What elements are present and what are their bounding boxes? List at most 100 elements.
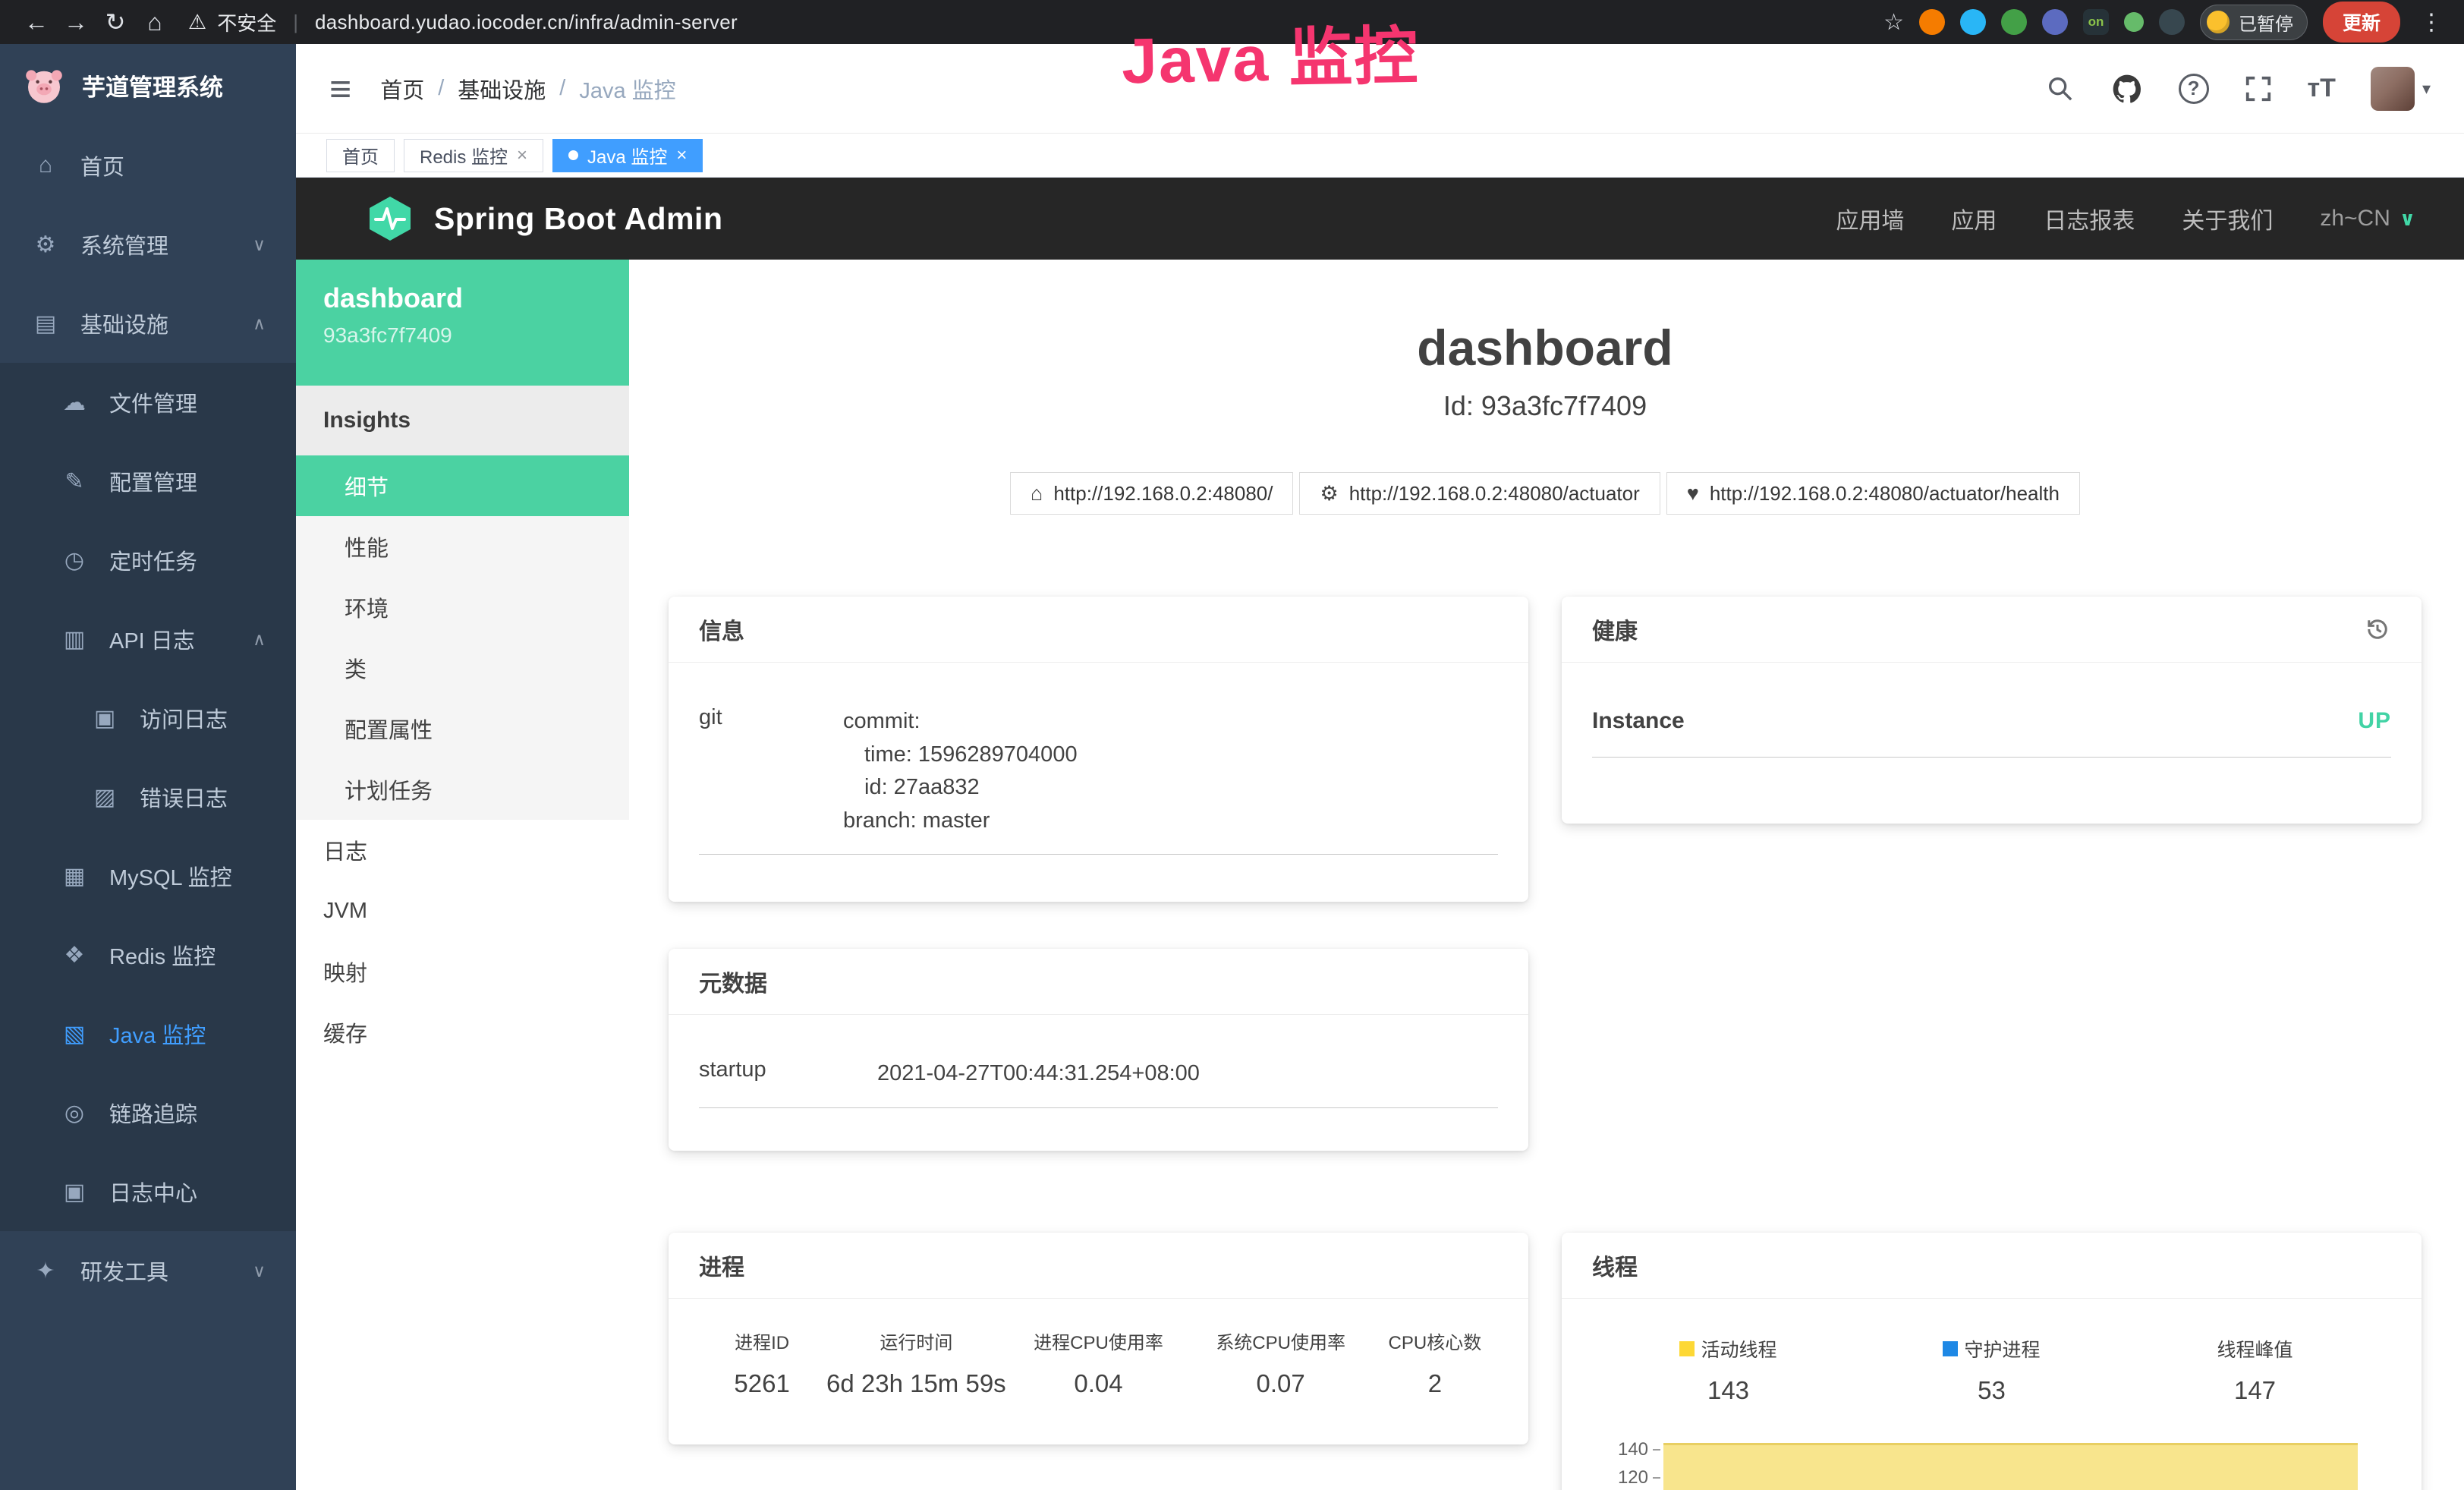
security-warning-icon: ⚠	[188, 11, 206, 34]
help-icon[interactable]: ?	[2179, 74, 2209, 104]
close-icon[interactable]: ×	[676, 145, 687, 166]
tab-java-monitor[interactable]: Java 监控 ×	[552, 139, 703, 172]
instance-links: ⌂ http://192.168.0.2:48080/ ⚙ http://192…	[669, 472, 2422, 515]
browser-forward-icon[interactable]: →	[56, 2, 96, 42]
sidebar-item-mysql-monitor[interactable]: ▦ MySQL 监控	[0, 836, 296, 915]
sidebar-item-file-management[interactable]: ☁ 文件管理	[0, 363, 296, 442]
browser-extension-icon[interactable]	[2001, 9, 2027, 35]
health-url-label: http://192.168.0.2:48080/actuator/health	[1710, 482, 2060, 506]
legend-swatch-yellow	[1679, 1341, 1695, 1356]
browser-extension-icon[interactable]	[1960, 9, 1986, 35]
sidebar-item-error-logs[interactable]: ▨ 错误日志	[0, 758, 296, 836]
fullscreen-icon[interactable]	[2244, 74, 2273, 103]
hamburger-icon[interactable]: ≡	[329, 67, 351, 111]
process-col-pid: 进程ID 5261	[699, 1328, 825, 1398]
y-tick-label: 140	[1618, 1439, 1648, 1460]
close-icon[interactable]: ×	[517, 145, 527, 166]
browser-extension-icon[interactable]	[2159, 9, 2185, 35]
breadcrumb-section[interactable]: 基础设施	[458, 73, 546, 105]
sidebar-item-infrastructure[interactable]: ▤ 基础设施 ∧	[0, 284, 296, 363]
browser-back-icon[interactable]: ←	[17, 2, 56, 42]
sidebar-item-system-management[interactable]: ⚙ 系统管理 ∨	[0, 205, 296, 284]
browser-home-icon[interactable]: ⌂	[135, 2, 175, 42]
actuator-url-button[interactable]: ⚙ http://192.168.0.2:48080/actuator	[1299, 472, 1660, 515]
address-bar[interactable]: ⚠ 不安全 | dashboard.yudao.iocoder.cn/infra…	[188, 8, 738, 36]
sidebar-item-config-management[interactable]: ✎ 配置管理	[0, 442, 296, 521]
sidebar-item-home[interactable]: ⌂ 首页	[0, 126, 296, 205]
sba-group-mappings[interactable]: 映射	[296, 941, 629, 1002]
locale-label: zh~CN	[2320, 206, 2390, 232]
sba-tab-metrics[interactable]: 性能	[296, 516, 629, 577]
column-header: CPU核心数	[1372, 1328, 1498, 1354]
cards-grid: 信息 git commit: time: 1596289704000 id: 2…	[669, 597, 2422, 1490]
sba-tab-environment[interactable]: 环境	[296, 577, 629, 638]
metadata-key: startup	[699, 1057, 877, 1091]
tab-home[interactable]: 首页	[326, 139, 395, 172]
sidebar-item-java-monitor[interactable]: ▧ Java 监控	[0, 994, 296, 1073]
browser-reload-icon[interactable]: ↻	[96, 2, 135, 42]
chart-plot-area	[1663, 1432, 2387, 1490]
breadcrumb-separator: /	[559, 76, 565, 101]
service-url-button[interactable]: ⌂ http://192.168.0.2:48080/	[1010, 472, 1293, 515]
sidebar-item-label: API 日志	[109, 623, 195, 655]
sidebar-item-redis-monitor[interactable]: ❖ Redis 监控	[0, 915, 296, 994]
sba-nav-about[interactable]: 关于我们	[2182, 202, 2273, 235]
bookmark-star-icon[interactable]: ☆	[1883, 9, 1904, 36]
browser-extension-icon[interactable]	[1919, 9, 1945, 35]
github-icon[interactable]	[2110, 72, 2144, 106]
tags-view-bar: 首页 Redis 监控 × Java 监控 ×	[296, 134, 2464, 178]
home-icon: ⌂	[1031, 482, 1043, 506]
info-value: commit: time: 1596289704000 id: 27aa832 …	[843, 705, 1498, 837]
sba-tab-classes[interactable]: 类	[296, 638, 629, 698]
sba-group-jvm[interactable]: JVM	[296, 880, 629, 941]
browser-extension-icon[interactable]	[2124, 12, 2144, 32]
infrastructure-icon: ▤	[30, 310, 61, 337]
sba-group-logs[interactable]: 日志	[296, 820, 629, 880]
browser-update-button[interactable]: 更新	[2323, 2, 2400, 43]
avatar[interactable]	[2371, 67, 2415, 111]
redis-icon: ❖	[59, 942, 90, 969]
topbar-actions: ? тT ▾	[2045, 67, 2431, 111]
process-table: 进程ID 5261 运行时间 6d 23h 15m 59s 进程CPU使用率	[669, 1299, 1528, 1398]
cell-value: 0.07	[1190, 1369, 1372, 1398]
instance-header[interactable]: dashboard 93a3fc7f7409	[296, 260, 629, 386]
sidebar-item-log-center[interactable]: ▣ 日志中心	[0, 1152, 296, 1231]
history-icon[interactable]	[2364, 616, 2391, 643]
sidebar-item-api-logs[interactable]: ▥ API 日志 ∧	[0, 600, 296, 679]
sba-tab-scheduled-tasks[interactable]: 计划任务	[296, 759, 629, 820]
sba-tab-config-props[interactable]: 配置属性	[296, 698, 629, 759]
threads-card: 线程 活动线程 143 守护进程	[1562, 1233, 2422, 1490]
user-menu[interactable]: ▾	[2371, 67, 2431, 111]
app-logo-row[interactable]: 芋道管理系统	[0, 44, 296, 126]
sidebar-item-access-logs[interactable]: ▣ 访问日志	[0, 679, 296, 758]
sba-group-caches[interactable]: 缓存	[296, 1002, 629, 1063]
sidebar-item-label: 访问日志	[140, 702, 228, 734]
font-size-icon[interactable]: тT	[2308, 74, 2336, 103]
security-label[interactable]: 不安全	[217, 8, 276, 36]
health-card-header: 健康	[1562, 597, 2422, 663]
sba-nav-journal[interactable]: 日志报表	[2044, 202, 2135, 235]
health-url-button[interactable]: ♥ http://192.168.0.2:48080/actuator/heal…	[1666, 472, 2080, 515]
instance-id-line: Id: 93a3fc7f7409	[669, 390, 2422, 422]
browser-menu-icon[interactable]: ⋮	[2415, 9, 2447, 36]
sba-brand-title[interactable]: Spring Boot Admin	[434, 201, 722, 237]
breadcrumb-home[interactable]: 首页	[380, 73, 424, 105]
sidebar-item-scheduled-jobs[interactable]: ◷ 定时任务	[0, 521, 296, 600]
search-icon[interactable]	[2045, 74, 2075, 104]
sba-tab-details[interactable]: 细节	[296, 455, 629, 516]
database-icon: ▦	[59, 863, 90, 890]
sidebar-item-tracing[interactable]: ◎ 链路追踪	[0, 1073, 296, 1152]
annotation-java-monitor: Java 监控	[1121, 5, 1420, 102]
sba-locale-select[interactable]: zh~CN ∨	[2320, 206, 2415, 232]
log-center-icon: ▣	[59, 1179, 90, 1205]
browser-extension-on-icon[interactable]: on	[2083, 9, 2109, 35]
paused-profile-badge[interactable]: 已暂停	[2200, 5, 2308, 40]
sba-nav-applications[interactable]: 应用	[1951, 202, 1997, 235]
url-text[interactable]: dashboard.yudao.iocoder.cn/infra/admin-s…	[315, 11, 738, 34]
browser-extension-icon[interactable]	[2042, 9, 2068, 35]
metadata-card: 元数据 startup 2021-04-27T00:44:31.254+08:0…	[669, 949, 1528, 1151]
sba-nav-wallboard[interactable]: 应用墙	[1836, 202, 1904, 235]
browser-actions: ☆ on 已暂停 更新 ⋮	[1883, 2, 2447, 43]
tab-redis-monitor[interactable]: Redis 监控 ×	[404, 139, 543, 172]
sidebar-item-dev-tools[interactable]: ✦ 研发工具 ∨	[0, 1231, 296, 1310]
